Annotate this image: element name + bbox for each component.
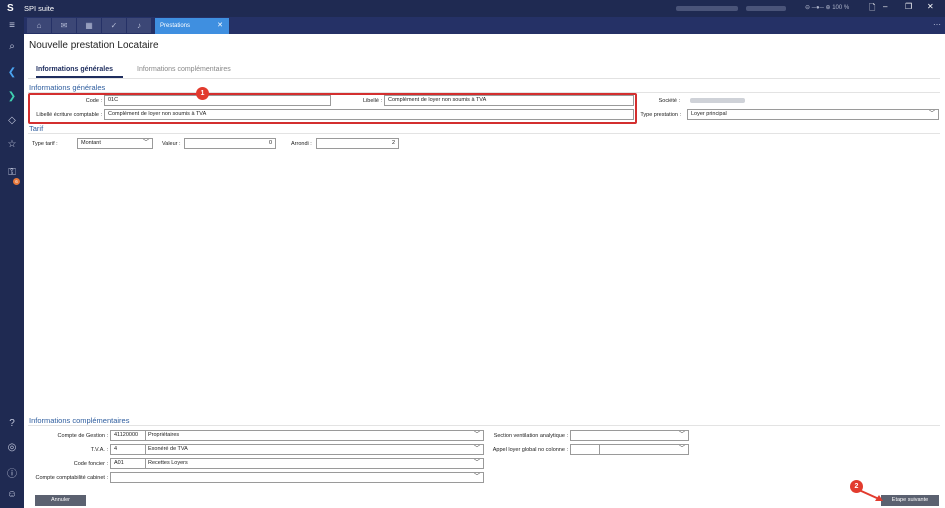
close-icon[interactable]: ✕ xyxy=(927,2,934,11)
notification-badge: 6 xyxy=(13,178,20,185)
code-foncier-select[interactable]: A01 Recettes Loyers ﹀ xyxy=(110,458,484,469)
section-title-complementary: Informations complémentaires xyxy=(29,416,130,425)
cancel-button[interactable]: Annuler xyxy=(35,495,86,506)
blurred-user-info-2 xyxy=(746,6,786,11)
expand-right-icon[interactable]: ❯ xyxy=(0,91,24,102)
tab-informations-complementaires[interactable]: Informations complémentaires xyxy=(137,66,231,73)
tva-code: 4 xyxy=(114,446,118,452)
bell-icon[interactable]: ♪ xyxy=(127,18,151,33)
notification-icon[interactable]: ⚿ xyxy=(0,167,24,178)
tab-informations-generales[interactable]: Informations générales xyxy=(36,66,113,73)
tab-close-icon[interactable]: ✕ xyxy=(217,18,223,34)
section-divider-tarif xyxy=(28,133,940,134)
info-icon[interactable]: ⓘ xyxy=(0,465,24,480)
chevron-down-icon: ﹀ xyxy=(678,432,685,438)
appel-loyer-label: Appel loyer global no colonne : xyxy=(492,447,568,453)
tab-strip: ⌂ ✉ ▦ ✓ ♪ Prestations ✕ ⋯ xyxy=(24,17,945,34)
valeur-field[interactable]: 0 xyxy=(184,138,276,149)
chevron-down-icon: ﹀ xyxy=(473,446,480,452)
restore-icon[interactable]: ❐ xyxy=(905,2,912,11)
compte-gestion-name: Propriétaires xyxy=(148,432,180,438)
type-prestation-select[interactable]: Loyer principal ﹀ xyxy=(687,109,939,120)
tva-label: T.V.A. : xyxy=(90,447,108,453)
tab-divider xyxy=(28,78,940,79)
left-rail: ≡ ⌕ ❮ ❯ ◇ ☆ ⚿ 6 ? ◎ ⓘ ☺ xyxy=(0,17,24,508)
document-icon[interactable]: 🗋 xyxy=(869,2,875,16)
code-icon[interactable]: ◇ xyxy=(0,115,24,126)
check-icon[interactable]: ✓ xyxy=(102,18,126,33)
type-tarif-value: Montant xyxy=(81,140,101,146)
type-prestation-value: Loyer principal xyxy=(691,111,727,117)
chevron-down-icon: ﹀ xyxy=(473,460,480,466)
user-icon[interactable]: ☺ xyxy=(0,489,24,500)
code-foncier-label: Code foncier : xyxy=(73,461,108,467)
field-separator xyxy=(145,431,146,440)
minimize-icon[interactable]: – xyxy=(883,2,887,11)
tab-prestations[interactable]: Prestations ✕ xyxy=(155,18,229,34)
compte-gestion-label: Compte de Gestion : xyxy=(57,433,108,439)
field-separator xyxy=(145,445,146,454)
chevron-down-icon: ﹀ xyxy=(928,111,935,117)
chevron-down-icon: ﹀ xyxy=(142,140,149,146)
societe-label: Société : xyxy=(658,98,680,104)
collapse-left-icon[interactable]: ❮ xyxy=(0,67,24,78)
compte-cabinet-label: Compte comptabilité cabinet : xyxy=(35,475,108,481)
section-ventilation-label: Section ventilation analytique : xyxy=(493,433,568,439)
section-ventilation-select[interactable]: ﹀ xyxy=(570,430,689,441)
help-icon[interactable]: ? xyxy=(0,418,24,429)
type-prestation-label: Type prestation : xyxy=(640,112,681,118)
search-icon[interactable]: ⌕ xyxy=(0,41,24,52)
arrondi-field[interactable]: 2 xyxy=(316,138,399,149)
chevron-down-icon: ﹀ xyxy=(473,474,480,480)
tva-name: Exonéré de TVA xyxy=(148,446,188,452)
appel-loyer-select[interactable]: ﹀ xyxy=(570,444,689,455)
field-separator xyxy=(145,459,146,468)
app-title: SPI suite xyxy=(24,4,55,13)
next-step-button[interactable]: Etape suivante xyxy=(881,495,939,506)
type-tarif-label: Type tarif : xyxy=(32,141,58,147)
logo-icon: S xyxy=(7,3,14,14)
more-icon[interactable]: ⋯ xyxy=(933,20,941,29)
section-divider-complementary xyxy=(28,425,940,426)
blurred-user-info xyxy=(676,6,738,11)
star-icon[interactable]: ☆ xyxy=(0,139,24,150)
hamburger-icon[interactable]: ≡ xyxy=(0,20,24,31)
type-tarif-select[interactable]: Montant ﹀ xyxy=(77,138,153,149)
annotation-highlight-box xyxy=(28,93,637,124)
arrondi-label: Arrondi : xyxy=(291,141,312,147)
societe-value-blurred xyxy=(690,98,745,103)
compte-gestion-code: 41120000 xyxy=(114,432,139,438)
chevron-down-icon: ﹀ xyxy=(473,432,480,438)
zoom-control[interactable]: ⊖ ─●─ ⊕ 100 % xyxy=(805,4,849,11)
support-icon[interactable]: ◎ xyxy=(0,442,24,453)
home-icon[interactable]: ⌂ xyxy=(27,18,51,33)
tva-select[interactable]: 4 Exonéré de TVA ﹀ xyxy=(110,444,484,455)
zoom-level: 100 % xyxy=(832,5,850,11)
code-foncier-name: Recettes Loyers xyxy=(148,460,188,466)
annotation-marker-1: 1 xyxy=(196,87,209,100)
annotation-arrow xyxy=(858,489,883,501)
section-title-tarif: Tarif xyxy=(29,124,44,133)
code-foncier-code: A01 xyxy=(114,460,124,466)
valeur-label: Valeur : xyxy=(162,141,181,147)
compte-cabinet-select[interactable]: ﹀ xyxy=(110,472,484,483)
tab-prestations-label: Prestations xyxy=(160,23,191,29)
title-bar: S SPI suite ⊖ ─●─ ⊕ 100 % 🗋 – ❐ ✕ xyxy=(0,0,945,17)
field-separator xyxy=(599,445,600,454)
page-title: Nouvelle prestation Locataire xyxy=(29,40,159,51)
section-title-general: Informations générales xyxy=(29,83,106,92)
mail-icon[interactable]: ✉ xyxy=(52,18,76,33)
chevron-down-icon: ﹀ xyxy=(678,446,685,452)
compte-gestion-select[interactable]: 41120000 Propriétaires ﹀ xyxy=(110,430,484,441)
calendar-icon[interactable]: ▦ xyxy=(77,18,101,33)
